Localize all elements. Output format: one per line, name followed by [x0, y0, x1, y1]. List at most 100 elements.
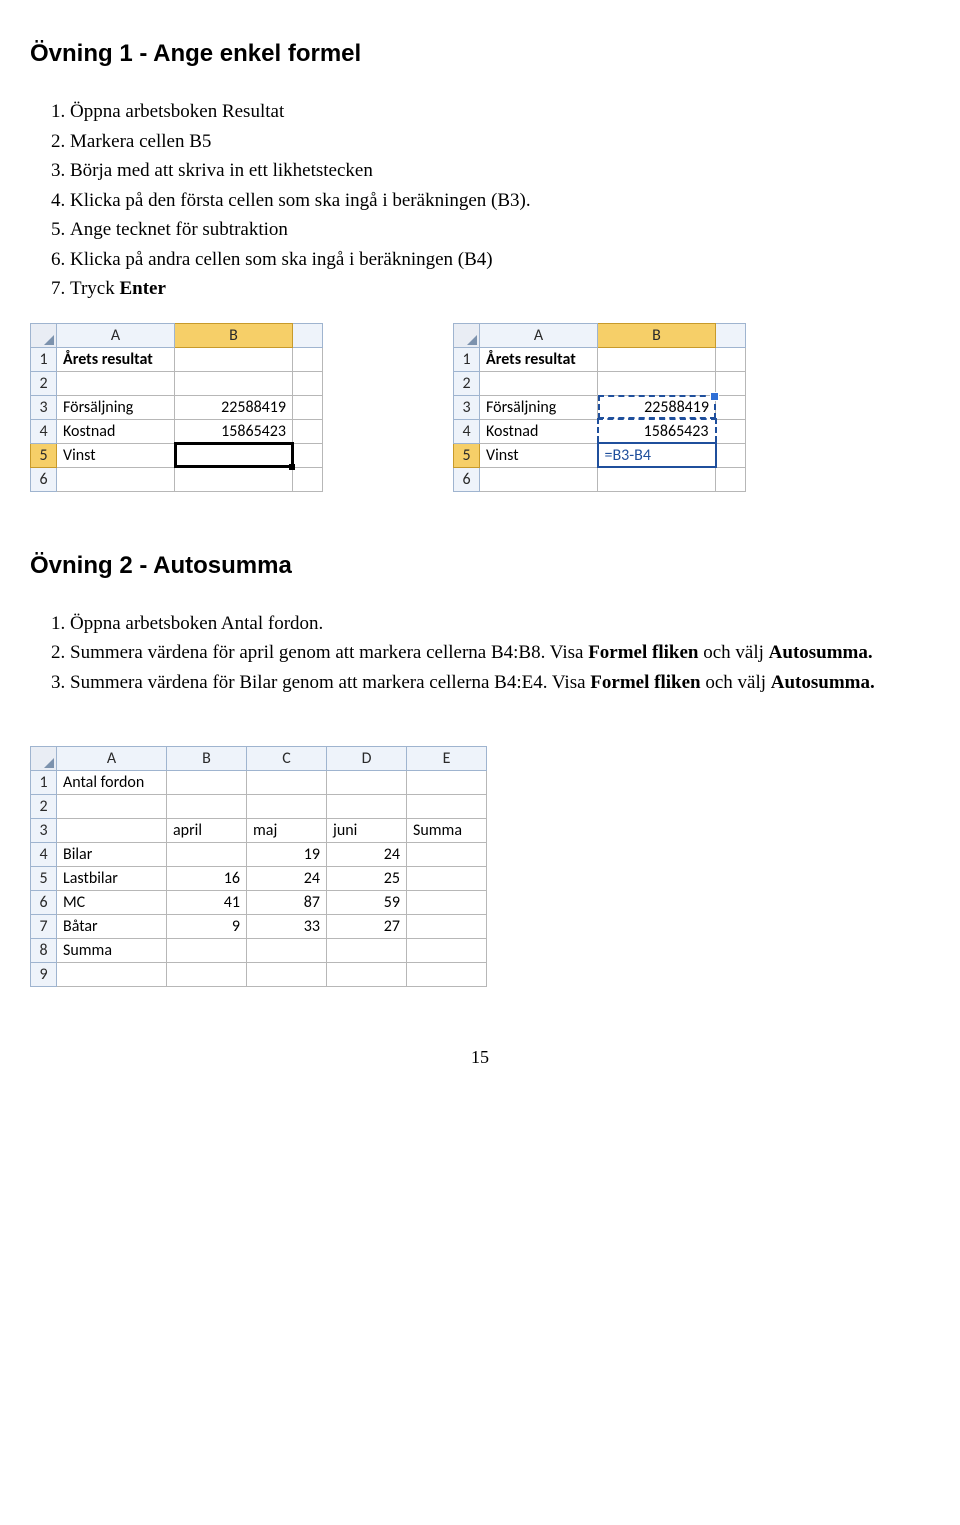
cell-e5[interactable]: [407, 867, 487, 891]
cell-e1[interactable]: [407, 771, 487, 795]
cell-a3[interactable]: Försäljning: [480, 395, 598, 419]
row-header-6[interactable]: 6: [31, 891, 57, 915]
cell-b5-formula[interactable]: =B3-B4: [598, 443, 716, 467]
cell-c3[interactable]: [716, 395, 746, 419]
cell-b5[interactable]: 16: [167, 867, 247, 891]
row-header-4[interactable]: 4: [31, 843, 57, 867]
cell-e4[interactable]: [407, 843, 487, 867]
row-header-3[interactable]: 3: [31, 395, 57, 419]
row-header-4[interactable]: 4: [454, 419, 480, 443]
select-all-corner[interactable]: [31, 323, 57, 347]
row-header-1[interactable]: 1: [31, 347, 57, 371]
cell-e6[interactable]: [407, 891, 487, 915]
col-header-a[interactable]: A: [57, 323, 175, 347]
cell-b4[interactable]: [167, 843, 247, 867]
cell-b9[interactable]: [167, 963, 247, 987]
cell-d7[interactable]: 27: [327, 915, 407, 939]
row-header-6[interactable]: 6: [31, 467, 57, 491]
row-header-7[interactable]: 7: [31, 915, 57, 939]
cell-e2[interactable]: [407, 795, 487, 819]
cell-c2[interactable]: [247, 795, 327, 819]
cell-a7[interactable]: Båtar: [57, 915, 167, 939]
cell-a4[interactable]: Kostnad: [57, 419, 175, 443]
row-header-6[interactable]: 6: [454, 467, 480, 491]
cell-c9[interactable]: [247, 963, 327, 987]
cell-c5[interactable]: [716, 443, 746, 467]
cell-c1[interactable]: [247, 771, 327, 795]
cell-a2[interactable]: [57, 795, 167, 819]
row-header-5[interactable]: 5: [31, 443, 57, 467]
cell-a1[interactable]: Årets resultat: [57, 347, 175, 371]
cell-c6[interactable]: [293, 467, 323, 491]
cell-c1[interactable]: [716, 347, 746, 371]
cell-a8[interactable]: Summa: [57, 939, 167, 963]
cell-a2[interactable]: [480, 371, 598, 395]
cell-b4-reference[interactable]: 15865423: [598, 419, 716, 443]
cell-c2[interactable]: [716, 371, 746, 395]
cell-b6[interactable]: [598, 467, 716, 491]
row-header-2[interactable]: 2: [454, 371, 480, 395]
cell-a5[interactable]: Vinst: [480, 443, 598, 467]
col-header-d[interactable]: D: [327, 747, 407, 771]
cell-c4[interactable]: 19: [247, 843, 327, 867]
col-header-b[interactable]: B: [598, 323, 716, 347]
cell-b3-reference[interactable]: 22588419: [598, 395, 716, 419]
cell-b6[interactable]: 41: [167, 891, 247, 915]
row-header-1[interactable]: 1: [31, 771, 57, 795]
cell-b8[interactable]: [167, 939, 247, 963]
cell-c4[interactable]: [716, 419, 746, 443]
cell-c8[interactable]: [247, 939, 327, 963]
cell-a3[interactable]: Försäljning: [57, 395, 175, 419]
row-header-8[interactable]: 8: [31, 939, 57, 963]
row-header-5[interactable]: 5: [31, 867, 57, 891]
cell-b3[interactable]: 22588419: [175, 395, 293, 419]
cell-b1[interactable]: [167, 771, 247, 795]
cell-b2[interactable]: [175, 371, 293, 395]
cell-a2[interactable]: [57, 371, 175, 395]
cell-a5[interactable]: Vinst: [57, 443, 175, 467]
col-header-extra[interactable]: [293, 323, 323, 347]
cell-c7[interactable]: 33: [247, 915, 327, 939]
col-header-e[interactable]: E: [407, 747, 487, 771]
cell-c3[interactable]: maj: [247, 819, 327, 843]
cell-d5[interactable]: 25: [327, 867, 407, 891]
col-header-b[interactable]: B: [167, 747, 247, 771]
cell-c6[interactable]: 87: [247, 891, 327, 915]
row-header-3[interactable]: 3: [31, 819, 57, 843]
cell-a6[interactable]: [480, 467, 598, 491]
cell-c6[interactable]: [716, 467, 746, 491]
cell-d3[interactable]: juni: [327, 819, 407, 843]
row-header-2[interactable]: 2: [31, 371, 57, 395]
cell-e8[interactable]: [407, 939, 487, 963]
cell-c1[interactable]: [293, 347, 323, 371]
cell-d2[interactable]: [327, 795, 407, 819]
cell-e9[interactable]: [407, 963, 487, 987]
cell-c4[interactable]: [293, 419, 323, 443]
cell-a1[interactable]: Årets resultat: [480, 347, 598, 371]
col-header-extra[interactable]: [716, 323, 746, 347]
cell-a3[interactable]: [57, 819, 167, 843]
col-header-a[interactable]: A: [480, 323, 598, 347]
cell-b1[interactable]: [175, 347, 293, 371]
cell-d9[interactable]: [327, 963, 407, 987]
cell-c2[interactable]: [293, 371, 323, 395]
cell-b4[interactable]: 15865423: [175, 419, 293, 443]
cell-a6[interactable]: [57, 467, 175, 491]
cell-b1[interactable]: [598, 347, 716, 371]
cell-c5[interactable]: 24: [247, 867, 327, 891]
select-all-corner[interactable]: [454, 323, 480, 347]
col-header-b[interactable]: B: [175, 323, 293, 347]
cell-b3[interactable]: april: [167, 819, 247, 843]
cell-b6[interactable]: [175, 467, 293, 491]
cell-d4[interactable]: 24: [327, 843, 407, 867]
cell-a5[interactable]: Lastbilar: [57, 867, 167, 891]
cell-d1[interactable]: [327, 771, 407, 795]
col-header-a[interactable]: A: [57, 747, 167, 771]
row-header-2[interactable]: 2: [31, 795, 57, 819]
cell-c5[interactable]: [293, 443, 323, 467]
row-header-4[interactable]: 4: [31, 419, 57, 443]
row-header-1[interactable]: 1: [454, 347, 480, 371]
row-header-3[interactable]: 3: [454, 395, 480, 419]
cell-a9[interactable]: [57, 963, 167, 987]
cell-b5-selected[interactable]: [175, 443, 293, 467]
